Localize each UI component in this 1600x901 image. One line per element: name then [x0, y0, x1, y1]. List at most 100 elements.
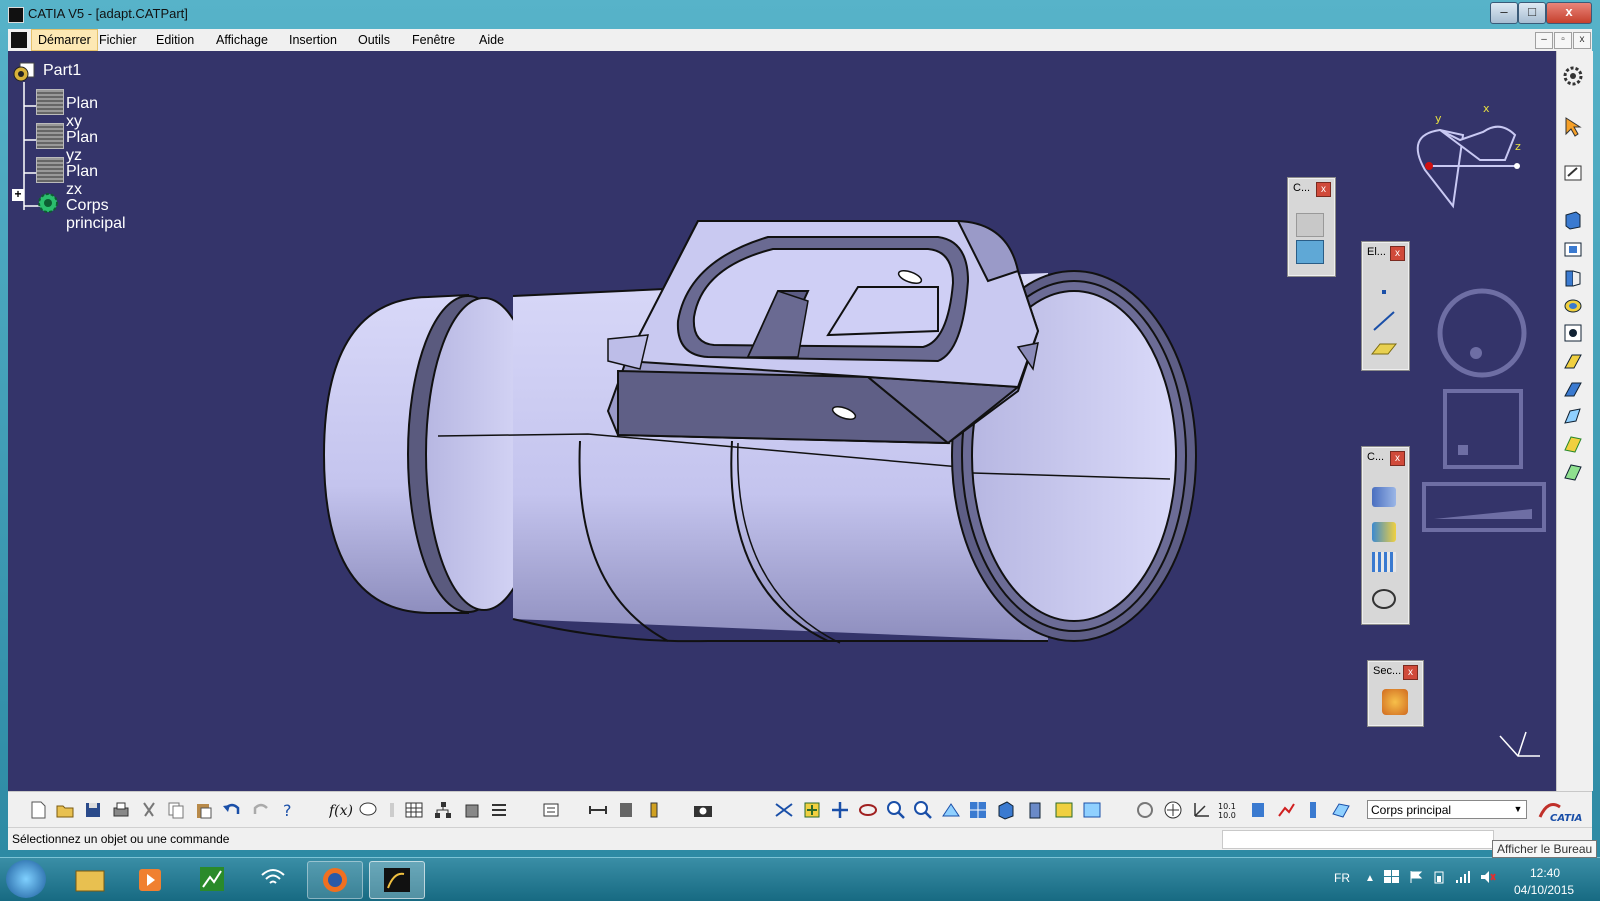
- multi-view-icon[interactable]: [968, 800, 988, 820]
- palette-3[interactable]: C... x: [1361, 446, 1410, 625]
- measure-between-icon[interactable]: [588, 800, 608, 820]
- knowledge-icon[interactable]: [462, 800, 482, 820]
- palette-4[interactable]: Sec... x: [1367, 660, 1424, 727]
- new-document-icon[interactable]: [28, 800, 48, 820]
- cut-icon[interactable]: [139, 800, 159, 820]
- constraint-icon[interactable]: [1296, 213, 1324, 237]
- minimize-button[interactable]: –: [1490, 2, 1518, 24]
- body-gear-icon[interactable]: [36, 191, 60, 215]
- menu-affichage[interactable]: Affichage: [210, 29, 274, 51]
- shaft-icon[interactable]: [1562, 267, 1584, 289]
- line-icon[interactable]: [1370, 310, 1398, 334]
- close-button[interactable]: x: [1546, 2, 1592, 24]
- battery-icon[interactable]: [1432, 870, 1446, 884]
- instant-update-icon[interactable]: [1248, 800, 1268, 820]
- taskbar-media-button[interactable]: [122, 861, 176, 897]
- point-icon[interactable]: [1382, 290, 1386, 294]
- part-geometry[interactable]: [8, 51, 1556, 791]
- plane-tool-icon[interactable]: [1370, 338, 1398, 358]
- stiffener-icon[interactable]: [1562, 405, 1584, 427]
- units-icon[interactable]: 10.1 10.0: [1218, 800, 1238, 820]
- plane-icon[interactable]: [36, 123, 64, 149]
- axis-system-icon[interactable]: [1191, 800, 1211, 820]
- pan-icon[interactable]: [830, 800, 850, 820]
- tree-item-plan-zx[interactable]: Plan zx: [66, 163, 98, 199]
- chevron-up-icon[interactable]: ▲: [1365, 873, 1375, 884]
- update-icon[interactable]: [1135, 800, 1155, 820]
- palette-2[interactable]: El... x: [1361, 241, 1410, 371]
- title-bar[interactable]: CATIA V5 - [adapt.CATPart] – □ x: [0, 0, 1600, 28]
- palette-2-close-button[interactable]: x: [1390, 246, 1405, 261]
- shading-icon[interactable]: [1025, 800, 1045, 820]
- comment-icon[interactable]: [358, 800, 378, 820]
- hole-icon[interactable]: [1562, 322, 1584, 344]
- catia-menu-icon[interactable]: [11, 32, 27, 48]
- rotate-icon[interactable]: [858, 800, 878, 820]
- rib-icon[interactable]: [1562, 350, 1584, 372]
- translate-icon[interactable]: [1372, 522, 1396, 542]
- tree-structure-icon[interactable]: [433, 800, 453, 820]
- compass-widget[interactable]: y x z: [1405, 100, 1535, 210]
- fit-all-icon[interactable]: [802, 800, 822, 820]
- swap-space-icon[interactable]: [1082, 800, 1102, 820]
- palette-1[interactable]: C... x: [1287, 177, 1336, 277]
- windows-flag-icon[interactable]: [1384, 870, 1400, 884]
- pocket-icon[interactable]: [1562, 238, 1584, 260]
- chevron-down-icon[interactable]: ▼: [1511, 801, 1525, 818]
- menu-insertion[interactable]: Insertion: [283, 29, 343, 51]
- taskbar-network-button[interactable]: [246, 861, 300, 897]
- section-icon[interactable]: [1382, 689, 1408, 715]
- table-icon[interactable]: [404, 800, 424, 820]
- plane-icon[interactable]: [36, 89, 64, 115]
- redo-icon[interactable]: [251, 800, 271, 820]
- plane-icon[interactable]: [36, 157, 64, 183]
- menu-fichier[interactable]: Fichier: [93, 29, 143, 51]
- expand-toggle[interactable]: +: [12, 188, 24, 201]
- save-icon[interactable]: [83, 800, 103, 820]
- taskbar-chart-app-button[interactable]: [184, 861, 238, 897]
- define-in-work-object-icon[interactable]: [1331, 800, 1351, 820]
- taskbar-firefox-button[interactable]: [307, 861, 363, 899]
- mirror-icon[interactable]: [1372, 487, 1396, 507]
- menu-outils[interactable]: Outils: [352, 29, 396, 51]
- signal-icon[interactable]: [1455, 870, 1471, 884]
- normal-view-icon[interactable]: [941, 800, 961, 820]
- tree-item-part1[interactable]: Part1: [43, 62, 81, 80]
- menu-aide[interactable]: Aide: [473, 29, 510, 51]
- taskbar-explorer-button[interactable]: [62, 861, 116, 897]
- start-button[interactable]: [6, 860, 46, 898]
- catalog-icon[interactable]: [541, 800, 561, 820]
- hide-show-icon[interactable]: [1054, 800, 1074, 820]
- help-icon[interactable]: ?: [280, 800, 300, 820]
- menu-edition[interactable]: Edition: [150, 29, 200, 51]
- groove-icon[interactable]: [1562, 295, 1584, 317]
- pattern-icon[interactable]: [1372, 552, 1396, 572]
- palette-3-close-button[interactable]: x: [1390, 451, 1405, 466]
- open-folder-icon[interactable]: [55, 800, 75, 820]
- tree-item-corps-principal[interactable]: Corps principal: [66, 197, 126, 233]
- menu-fenetre[interactable]: Fenêtre: [406, 29, 461, 51]
- palette-1-close-button[interactable]: x: [1316, 182, 1331, 197]
- clock-time[interactable]: 12:40: [1530, 866, 1560, 880]
- volume-muted-icon[interactable]: [1480, 870, 1496, 884]
- taskbar-catia-button[interactable]: [369, 861, 425, 899]
- measure-inertia-icon[interactable]: [644, 800, 664, 820]
- measure-item-icon[interactable]: [616, 800, 636, 820]
- formula-icon[interactable]: f(x): [328, 800, 353, 820]
- doc-restore-button[interactable]: ▫: [1554, 32, 1572, 49]
- tree-item-plan-yz[interactable]: Plan yz: [66, 129, 98, 165]
- select-arrow-icon[interactable]: [1562, 116, 1584, 138]
- action-center-flag-icon[interactable]: [1409, 870, 1423, 884]
- analysis-icon[interactable]: [1276, 800, 1296, 820]
- gear-icon[interactable]: [1562, 65, 1584, 87]
- removed-loft-icon[interactable]: [1562, 461, 1584, 483]
- command-input[interactable]: [1222, 830, 1494, 849]
- loft-icon[interactable]: [1562, 433, 1584, 455]
- menu-demarrer[interactable]: Démarrer: [31, 29, 98, 51]
- iso-view-icon[interactable]: [995, 800, 1015, 820]
- camera-icon[interactable]: [692, 800, 712, 820]
- part-icon[interactable]: [12, 61, 36, 83]
- slot-icon[interactable]: [1562, 378, 1584, 400]
- current-body-select[interactable]: Corps principal: [1367, 800, 1527, 819]
- tree-item-plan-xy[interactable]: Plan xy: [66, 95, 98, 131]
